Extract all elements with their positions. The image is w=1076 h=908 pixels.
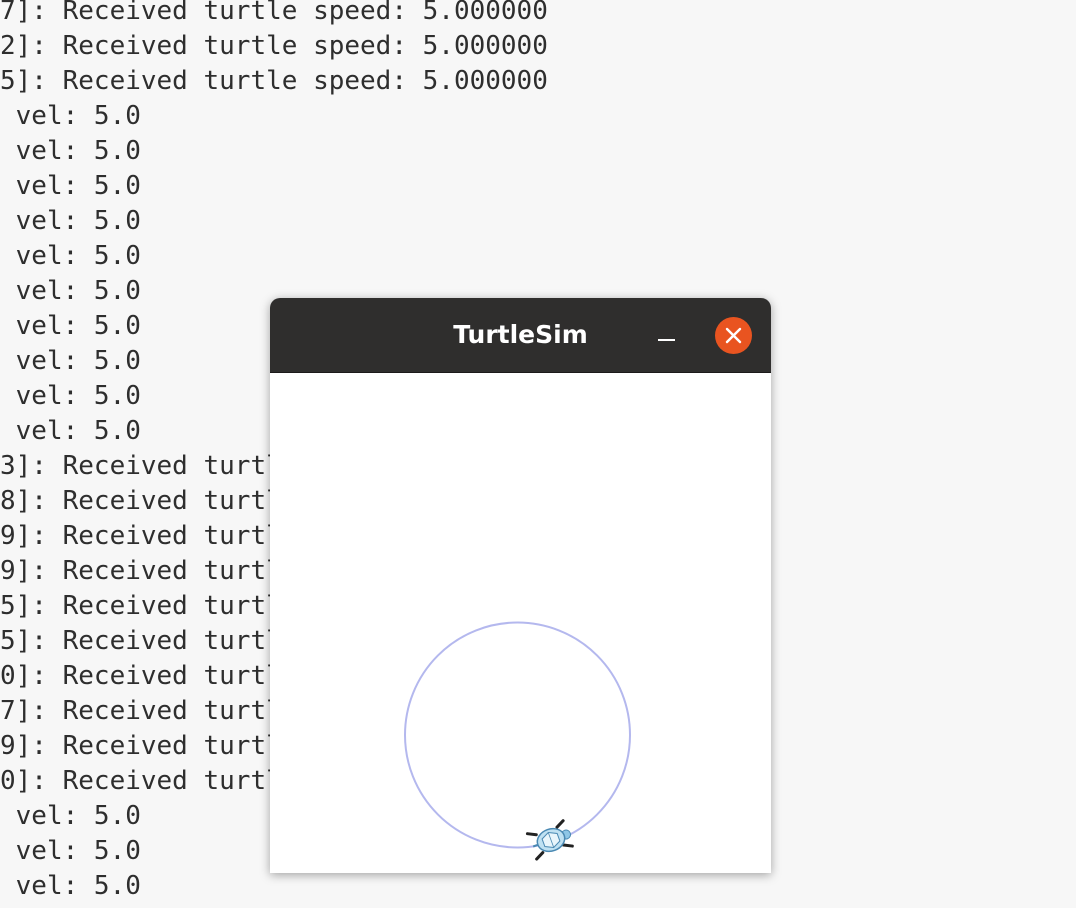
terminal-line: 2]: Received turtle speed: 5.000000 <box>0 31 548 61</box>
terminal-line: vel: 5.0 <box>0 276 141 306</box>
window-titlebar[interactable]: TurtleSim <box>270 298 771 373</box>
terminal-line: vel: 5.0 <box>0 241 141 271</box>
minimize-button[interactable] <box>650 318 682 350</box>
terminal-line: vel: 5.0 <box>0 171 141 201</box>
terminal-line: vel: 5.0 <box>0 381 141 411</box>
turtle-canvas <box>270 373 771 873</box>
terminal-line: 7]: Received turtle speed: 5.000000 <box>0 0 548 26</box>
terminal-line: vel: 5.0 <box>0 346 141 376</box>
terminal-line: vel: 5.0 <box>0 206 141 236</box>
terminal-line: vel: 5.0 <box>0 311 141 341</box>
minimize-icon <box>658 339 675 341</box>
terminal-line: vel: 5.0 <box>0 101 141 131</box>
turtle-trail <box>404 621 631 849</box>
close-icon <box>725 327 742 344</box>
terminal-line: vel: 5.0 <box>0 136 141 166</box>
terminal-line: vel: 5.0 <box>0 871 141 901</box>
close-button[interactable] <box>715 317 752 354</box>
terminal-line: vel: 5.0 <box>0 836 141 866</box>
terminal-line: vel: 5.0 <box>0 801 141 831</box>
terminal-line: vel: 5.0 <box>0 416 141 446</box>
terminal-line: 5]: Received turtle speed: 5.000000 <box>0 66 548 96</box>
turtlesim-window[interactable]: TurtleSim <box>270 298 771 873</box>
turtle-icon <box>525 819 574 861</box>
window-title: TurtleSim <box>453 320 588 349</box>
